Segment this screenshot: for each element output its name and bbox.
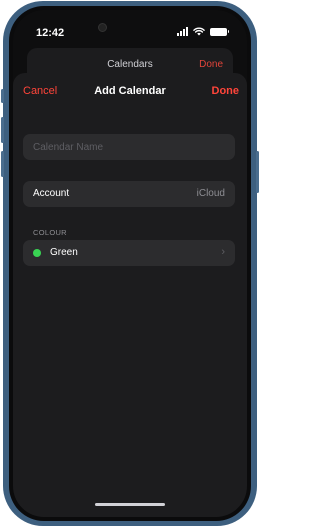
status-time: 12:42 <box>36 27 65 39</box>
volume-up-button <box>1 117 4 143</box>
battery-icon <box>210 27 229 36</box>
wifi-icon <box>193 27 205 36</box>
background-done-button[interactable]: Done <box>199 59 223 70</box>
colour-section-header: COLOUR <box>33 228 67 237</box>
colour-label: Green <box>50 247 78 258</box>
phone-frame: 12:42 Calendars Done Cancel Add Calendar… <box>1 1 259 526</box>
power-button <box>256 151 259 193</box>
phone-bezel: 12:42 Calendars Done Cancel Add Calendar… <box>9 6 251 521</box>
volume-down-button <box>1 151 4 177</box>
done-button[interactable]: Done <box>212 85 240 97</box>
front-camera-icon <box>98 23 107 32</box>
action-button <box>1 89 4 103</box>
colour-swatch <box>33 249 41 257</box>
account-row[interactable]: Account iCloud <box>23 181 235 207</box>
add-calendar-sheet: Cancel Add Calendar Done Account iCloud … <box>13 73 247 517</box>
status-icons <box>177 27 229 36</box>
chevron-right-icon: › <box>221 246 225 258</box>
home-indicator[interactable] <box>95 503 165 506</box>
colour-row[interactable]: Green › <box>23 240 235 266</box>
cellular-signal-icon <box>177 27 188 36</box>
phone-screen: 12:42 Calendars Done Cancel Add Calendar… <box>13 10 247 517</box>
account-label: Account <box>33 188 70 199</box>
status-bar: 12:42 <box>13 10 247 44</box>
calendar-name-input[interactable] <box>23 134 235 160</box>
account-value: iCloud <box>196 188 225 199</box>
